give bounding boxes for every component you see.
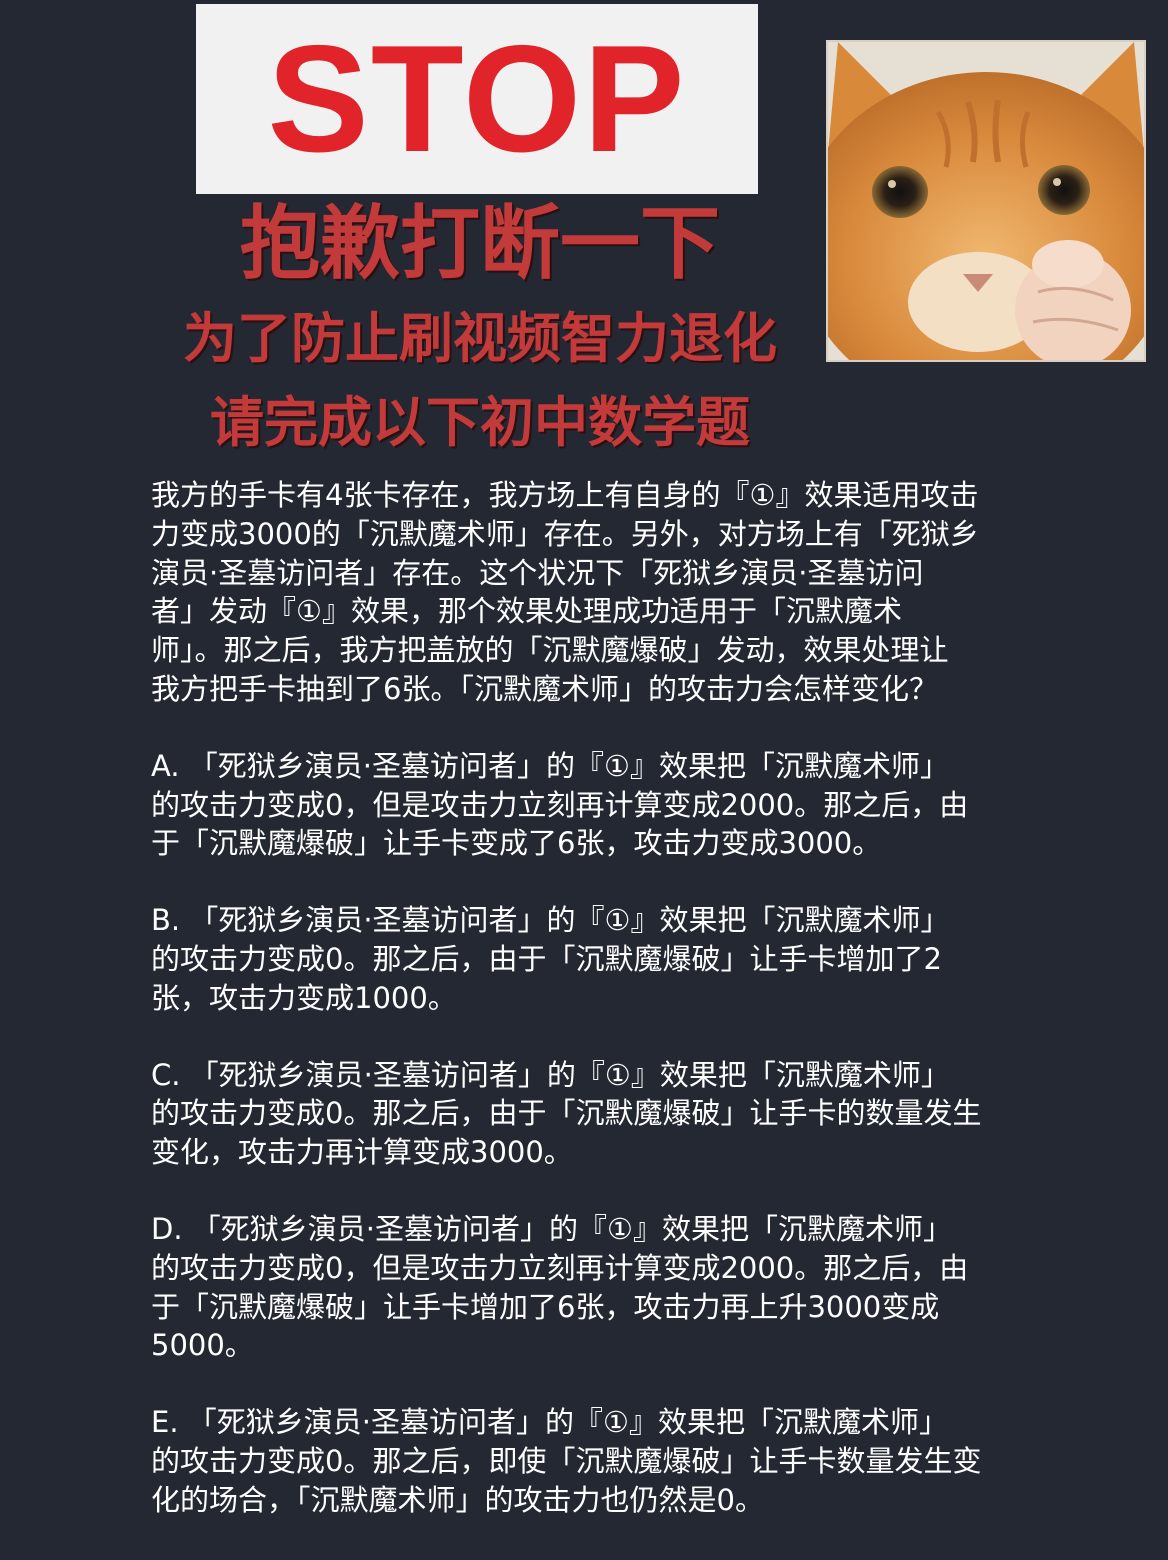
stop-sign: STOP xyxy=(196,4,758,194)
instruction-headline: 请完成以下初中数学题 xyxy=(210,391,750,454)
option-a: A. 「死狱乡演员·圣墓访问者」的『①』效果把「沉默魔术师」 的攻击力变成0，但… xyxy=(151,748,969,861)
quiz-content: 我方的手卡有4张卡存在，我方场上有自身的『①』效果适用攻击 力变成3000的「沉… xyxy=(151,476,1021,1520)
question-text: 我方的手卡有4张卡存在，我方场上有自身的『①』效果适用攻击 力变成3000的「沉… xyxy=(151,478,979,706)
option-c: C. 「死狱乡演员·圣墓访问者」的『①』效果把「沉默魔术师」 的攻击力变成0。那… xyxy=(151,1057,982,1170)
stop-label: STOP xyxy=(267,14,687,184)
apology-headline: 抱歉打断一下 xyxy=(240,197,720,290)
option-e: E. 「死狱乡演员·圣墓访问者」的『①』效果把「沉默魔术师」 的攻击力变成0。那… xyxy=(151,1405,982,1517)
reason-headline: 为了防止刷视频智力退化 xyxy=(183,307,777,370)
cat-thumb-photo xyxy=(826,40,1146,362)
option-b: B. 「死狱乡演员·圣墓访问者」的『①』效果把「沉默魔术师」 的攻击力变成0。那… xyxy=(151,903,950,1015)
option-d: D. 「死狱乡演员·圣墓访问者」的『①』效果把「沉默魔术师」 的攻击力变成0，但… xyxy=(151,1211,969,1363)
cat-illustration xyxy=(828,42,1144,360)
